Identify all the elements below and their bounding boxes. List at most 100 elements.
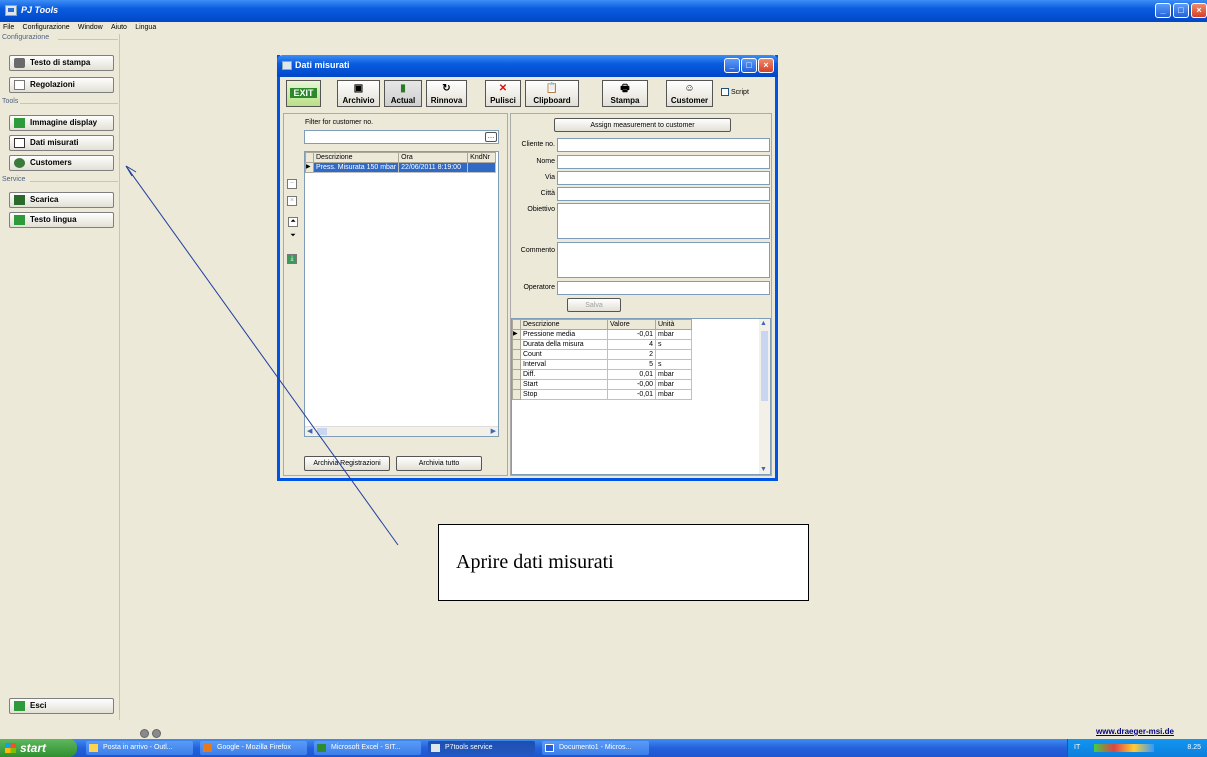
archive-records-button[interactable]: Archivia Registrazioni — [304, 456, 390, 471]
menu-configurazione[interactable]: Configurazione — [23, 22, 70, 34]
column-header[interactable]: Descrizione — [520, 319, 608, 330]
table-row[interactable]: Interval 5 s — [512, 359, 692, 370]
cell[interactable]: mbar — [655, 379, 692, 390]
exit-button[interactable]: Esci — [9, 698, 114, 714]
scroll-up-icon[interactable]: ▲ — [760, 320, 767, 327]
column-header[interactable]: Descrizione — [312, 152, 400, 163]
vertical-scrollbar[interactable]: ▲ ▼ — [759, 319, 770, 474]
column-header[interactable]: Ora — [398, 152, 469, 163]
obiettivo-textarea[interactable] — [557, 203, 770, 239]
archivio-button[interactable]: ▣ Archivio — [337, 80, 380, 107]
maximize-icon[interactable]: □ — [741, 58, 757, 73]
cell[interactable]: -0,00 — [607, 379, 656, 390]
delete-icon[interactable]: × — [287, 196, 297, 206]
cell[interactable]: Durata della misura — [520, 339, 608, 350]
sidebar-item-testo-lingua[interactable]: Testo lingua — [9, 212, 114, 228]
minimize-icon[interactable]: _ — [724, 58, 740, 73]
archive-all-button[interactable]: Archivia tutto — [396, 456, 482, 471]
taskbar-item-p7tools[interactable]: P7tools service — [428, 741, 535, 755]
scroll-down-icon[interactable]: ▼ — [760, 466, 767, 473]
cell-kndnr[interactable] — [467, 162, 497, 173]
menu-file[interactable]: File — [3, 22, 14, 34]
cell[interactable]: mbar — [655, 369, 692, 380]
via-field[interactable] — [557, 171, 770, 185]
table-row[interactable]: Diff. 0,01 mbar — [512, 369, 692, 380]
scrollbar-thumb[interactable] — [317, 428, 327, 435]
sidebar-item-regolazioni[interactable]: Regolazioni — [9, 77, 114, 93]
operatore-field[interactable] — [557, 281, 770, 295]
menu-lingua[interactable]: Lingua — [135, 22, 156, 34]
cell[interactable]: mbar — [655, 389, 692, 400]
cell-ora[interactable]: 22/06/2011 8:19:00 — [398, 162, 469, 173]
cell[interactable]: mbar — [655, 329, 692, 340]
commento-textarea[interactable] — [557, 242, 770, 278]
sidebar-item-immagine-display[interactable]: Immagine display — [9, 115, 114, 131]
sidebar-item-dati-misurati[interactable]: Dati misurati — [9, 135, 114, 151]
cell[interactable]: 2 — [607, 349, 656, 360]
pulisci-button[interactable]: ✕ Pulisci — [485, 80, 521, 107]
table-row[interactable]: ▶ Pressione media -0,01 mbar — [512, 329, 692, 340]
cell[interactable]: Pressione media — [520, 329, 608, 340]
close-icon[interactable]: × — [758, 58, 774, 73]
nome-field[interactable] — [557, 155, 770, 169]
cell[interactable]: Count — [520, 349, 608, 360]
first-record-icon[interactable]: ⏶ — [288, 217, 298, 227]
filter-input[interactable]: … — [304, 130, 499, 144]
sidebar-item-scarica[interactable]: Scarica — [9, 192, 114, 208]
table-row[interactable]: Start -0,00 mbar — [512, 379, 692, 390]
scroll-left-icon[interactable]: ◀ — [307, 427, 312, 435]
ellipsis-icon[interactable]: … — [485, 132, 497, 142]
minimize-icon[interactable]: _ — [1155, 3, 1171, 18]
cell[interactable]: 0,01 — [607, 369, 656, 380]
cell[interactable]: -0,01 — [607, 329, 656, 340]
horizontal-scrollbar[interactable]: ◀ ▶ — [305, 426, 498, 436]
sidebar-item-testo-di-stampa[interactable]: Testo di stampa — [9, 55, 114, 71]
cell[interactable]: Diff. — [520, 369, 608, 380]
close-icon[interactable]: × — [1191, 3, 1207, 18]
customer-button[interactable]: ☺ Customer — [666, 80, 713, 107]
maximize-icon[interactable]: □ — [1173, 3, 1189, 18]
taskbar-item-firefox[interactable]: Google - Mozilla Firefox — [200, 741, 307, 755]
website-link[interactable]: www.draeger-msi.de — [1096, 727, 1174, 736]
scrollbar-thumb[interactable] — [761, 331, 768, 401]
taskbar-item-outlook[interactable]: Posta in arrivo - Outl... — [86, 741, 193, 755]
table-row[interactable]: Durata della misura 4 s — [512, 339, 692, 350]
script-checkbox[interactable]: Script — [721, 88, 749, 96]
column-header[interactable]: Valore — [607, 319, 656, 330]
cell-descrizione[interactable]: Press. Misurata 150 mbar — [313, 162, 400, 173]
stampa-button[interactable]: 🖶 Stampa — [602, 80, 648, 107]
clipboard-button[interactable]: 📋 Clipboard — [525, 80, 579, 107]
cell[interactable]: s — [655, 359, 692, 370]
cell[interactable]: Interval — [520, 359, 608, 370]
cell[interactable]: 5 — [607, 359, 656, 370]
chart-icon[interactable]: ~ — [287, 179, 297, 189]
sidebar-item-customers[interactable]: Customers — [9, 155, 114, 171]
actual-button[interactable]: ▮ Actual — [384, 80, 422, 107]
table-row[interactable]: Stop -0,01 mbar — [512, 389, 692, 400]
tray-icons[interactable] — [1094, 744, 1154, 752]
exit-toolbar-button[interactable]: EXIT — [286, 80, 321, 107]
menu-aiuto[interactable]: Aiuto — [111, 22, 127, 34]
menu-window[interactable]: Window — [78, 22, 103, 34]
taskbar-item-word[interactable]: Documento1 - Micros... — [542, 741, 649, 755]
taskbar-item-excel[interactable]: Microsoft Excel - SIT... — [314, 741, 421, 755]
start-button[interactable]: start — [0, 739, 77, 757]
export-icon[interactable]: ⤓ — [287, 254, 297, 264]
language-indicator[interactable]: IT — [1074, 739, 1080, 757]
scroll-right-icon[interactable]: ▶ — [491, 427, 496, 435]
cliente-field[interactable] — [557, 138, 770, 152]
cell[interactable]: s — [655, 339, 692, 350]
citta-field[interactable] — [557, 187, 770, 201]
save-button[interactable]: Salva — [567, 298, 621, 312]
cell[interactable]: -0,01 — [607, 389, 656, 400]
cell[interactable]: Stop — [520, 389, 608, 400]
column-header[interactable]: Unità — [655, 319, 692, 330]
cell[interactable]: Start — [520, 379, 608, 390]
rinnova-button[interactable]: ↻ Rinnova — [426, 80, 467, 107]
cell[interactable]: 4 — [607, 339, 656, 350]
table-row[interactable]: Count 2 — [512, 349, 692, 360]
assign-customer-button[interactable]: Assign measurement to customer — [554, 118, 731, 132]
column-header[interactable]: KndNr — [467, 152, 497, 163]
table-row[interactable]: ▶ Press. Misurata 150 mbar 22/06/2011 8:… — [305, 162, 497, 173]
cell[interactable] — [655, 349, 692, 360]
